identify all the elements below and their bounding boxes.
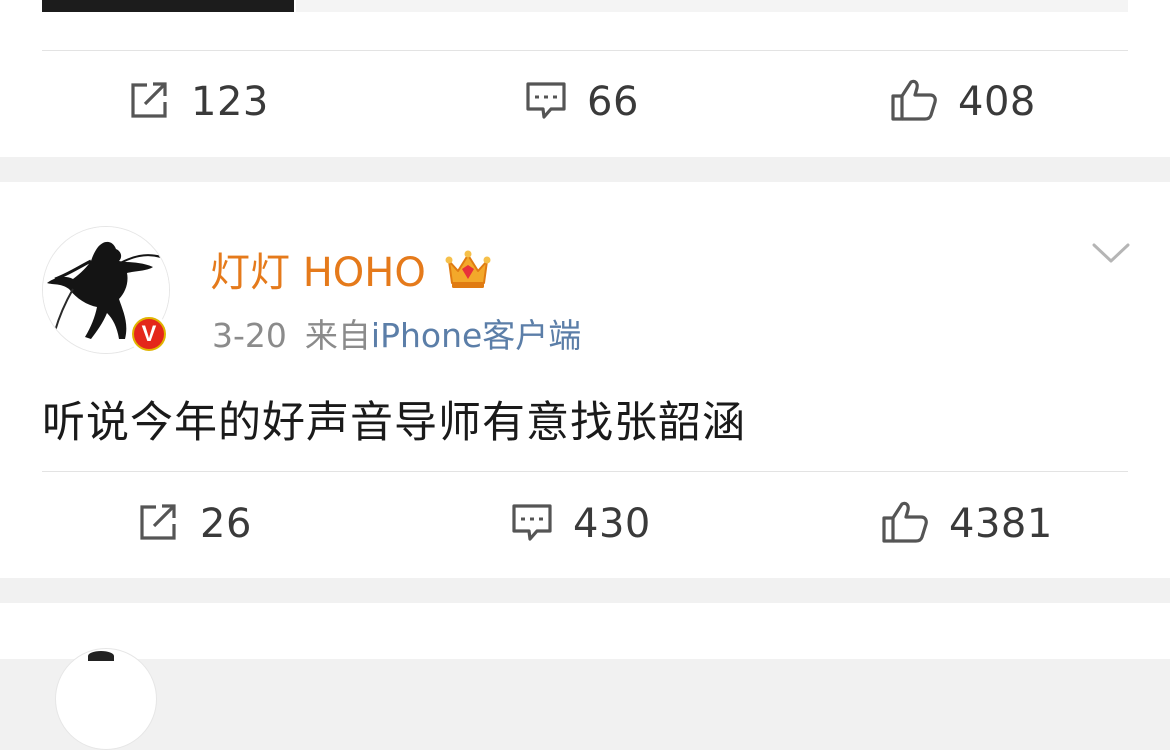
repost-button[interactable]: 123 (129, 72, 269, 132)
post-card-3 (0, 603, 1170, 750)
verified-badge-icon: V (129, 314, 169, 354)
like-icon (890, 78, 938, 126)
repost-button[interactable]: 26 (138, 494, 252, 554)
crown-icon[interactable] (445, 249, 491, 301)
repost-icon (138, 502, 180, 546)
comment-button[interactable]: 66 (525, 72, 639, 132)
post-image-light[interactable] (296, 0, 1128, 12)
like-button[interactable]: 4381 (881, 494, 1053, 554)
post-text[interactable]: 听说今年的好声音导师有意找张韶涵 (42, 388, 746, 450)
post-1-divider (42, 50, 1128, 51)
username-row: 灯灯 HOHO (210, 240, 491, 301)
comment-button[interactable]: 430 (511, 494, 651, 554)
comment-icon (525, 80, 567, 124)
post-2-divider (42, 471, 1128, 472)
chevron-down-icon[interactable] (1091, 240, 1131, 270)
comment-icon (511, 502, 553, 546)
comment-count: 430 (573, 501, 651, 547)
like-button[interactable]: 408 (890, 72, 1036, 132)
post-card-1: 123 66 408 (0, 0, 1170, 157)
post-date: 3-20 (212, 316, 287, 355)
avatar[interactable] (55, 648, 157, 750)
like-count: 4381 (949, 501, 1053, 547)
comment-count: 66 (587, 79, 639, 125)
repost-count: 123 (191, 79, 269, 125)
repost-icon (129, 80, 171, 124)
source-client-link[interactable]: iPhone客户端 (371, 316, 581, 355)
username[interactable]: 灯灯 HOHO (210, 250, 426, 296)
verified-badge-letter: V (134, 319, 164, 349)
source-prefix: 来自 (304, 316, 371, 355)
like-count: 408 (958, 79, 1036, 125)
post-meta: 3-20 来自iPhone客户端 (212, 309, 581, 357)
post-image-dark[interactable] (42, 0, 294, 12)
like-icon (881, 500, 929, 548)
repost-count: 26 (200, 501, 252, 547)
